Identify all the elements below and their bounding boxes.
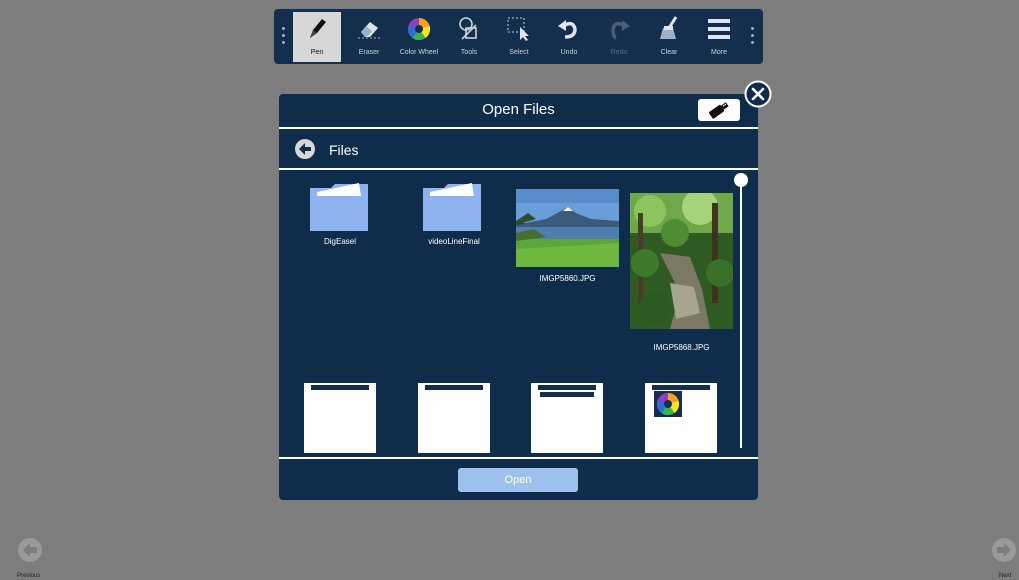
file-list-scrollbar[interactable]	[740, 180, 742, 448]
tools-button[interactable]: Tools	[445, 12, 493, 62]
path-divider	[279, 168, 758, 170]
drawing-thumbnail	[645, 383, 717, 453]
broom-icon	[660, 16, 678, 39]
eraser-icon	[358, 22, 380, 39]
file-item-drawing-4[interactable]	[645, 383, 717, 453]
file-item-image-imgp5868[interactable]: IMGP5868.JPG	[630, 193, 733, 353]
drawing-thumbnail	[531, 383, 603, 453]
file-item-name: DigEasel	[323, 237, 356, 246]
toolbar-right-grip[interactable]	[751, 27, 755, 45]
previous-button[interactable]	[18, 538, 42, 562]
file-item-folder-digeasel[interactable]: DigEasel	[305, 182, 375, 252]
select-tool-button[interactable]: Select	[495, 12, 543, 62]
dialog-title: Open Files	[482, 101, 555, 118]
usb-drive-icon	[708, 102, 729, 119]
drawing-thumbnail-submenu	[540, 392, 594, 397]
undo-button[interactable]: Undo	[545, 12, 593, 62]
open-files-dialog: Open Files Files DigEasel videoLineFinal…	[279, 94, 758, 500]
previous-label: Previous	[17, 573, 41, 579]
folder-icon	[310, 183, 368, 231]
pen-icon	[310, 19, 326, 38]
color-wheel-tool-button[interactable]: Color Wheel	[395, 12, 443, 62]
clear-button[interactable]: Clear	[645, 12, 693, 62]
eraser-tool-button[interactable]: Eraser	[345, 12, 393, 62]
select-tool-label: Select	[509, 49, 529, 56]
drawing-thumbnail-toolbar	[311, 385, 369, 390]
file-item-image-imgp5860[interactable]: IMGP5860.JPG	[516, 189, 619, 289]
scrollbar-thumb[interactable]	[734, 173, 748, 187]
footer-divider	[279, 457, 758, 459]
drawing-thumbnail-toolbar	[538, 385, 596, 390]
file-item-name: IMGP5860.JPG	[539, 274, 596, 283]
next-button[interactable]	[992, 538, 1016, 562]
file-item-folder-videolinefinal[interactable]: videoLineFinal	[416, 182, 492, 252]
open-button[interactable]: Open	[458, 468, 578, 492]
image-thumbnail-lake	[516, 189, 619, 267]
image-thumbnail-forest	[630, 193, 733, 329]
file-item-drawing-2[interactable]	[418, 383, 490, 453]
redo-button[interactable]: Redo	[595, 12, 643, 62]
color-wheel-icon	[654, 391, 682, 417]
drawing-thumbnail	[304, 383, 376, 453]
toolbar-left-grip[interactable]	[282, 27, 286, 45]
close-icon	[744, 80, 772, 108]
pen-tool-button[interactable]: Pen	[293, 12, 341, 62]
folder-icon	[423, 183, 481, 231]
redo-label: Redo	[610, 49, 628, 56]
select-icon	[507, 17, 529, 41]
hamburger-menu-icon	[708, 19, 730, 39]
next-label: Next	[999, 573, 1012, 579]
shapes-tools-icon	[459, 17, 477, 40]
current-folder-label: Files	[329, 142, 359, 158]
main-toolbar: Pen Eraser Color Wheel Tools Select Undo…	[274, 9, 763, 64]
back-button[interactable]	[295, 139, 315, 159]
file-item-drawing-3[interactable]	[531, 383, 603, 453]
more-label: More	[711, 49, 727, 56]
close-dialog-button[interactable]	[744, 80, 772, 108]
color-wheel-tool-label: Color Wheel	[399, 49, 439, 56]
undo-label: Undo	[560, 49, 578, 56]
pen-tool-label: Pen	[310, 49, 324, 56]
file-item-name: videoLineFinal	[428, 237, 480, 246]
drawing-thumbnail-toolbar	[652, 385, 710, 390]
back-arrow-icon	[299, 143, 311, 155]
undo-icon	[558, 20, 577, 39]
usb-drive-button[interactable]	[698, 99, 740, 121]
tools-label: Tools	[460, 49, 478, 56]
eraser-tool-label: Eraser	[358, 49, 380, 56]
title-divider	[279, 127, 758, 129]
next-arrow-icon	[997, 543, 1011, 557]
previous-arrow-icon	[23, 543, 37, 557]
drawing-thumbnail	[418, 383, 490, 453]
drawing-thumbnail-toolbar	[425, 385, 483, 390]
clear-label: Clear	[660, 49, 678, 56]
file-item-name: IMGP5868.JPG	[653, 343, 710, 352]
file-item-drawing-1[interactable]	[304, 383, 376, 453]
color-wheel-icon	[407, 17, 431, 41]
redo-icon	[611, 20, 630, 40]
more-button[interactable]: More	[695, 12, 743, 62]
